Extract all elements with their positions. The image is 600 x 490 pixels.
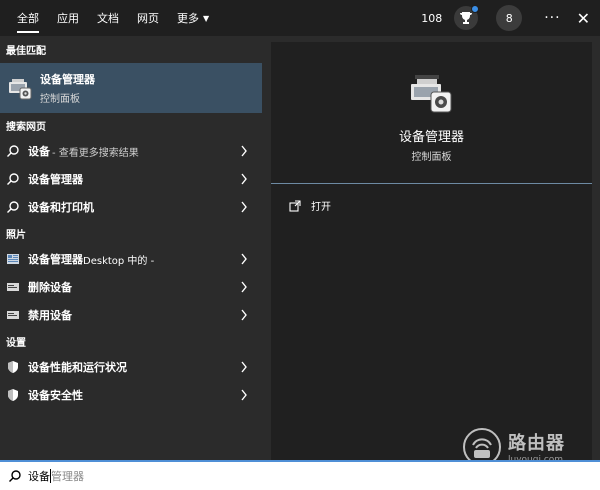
chevron-right-icon[interactable] bbox=[240, 388, 248, 402]
photo-result-item[interactable]: 禁用设备 bbox=[0, 301, 262, 329]
tab-documents[interactable]: 文档 bbox=[88, 0, 128, 36]
avatar-initial: 8 bbox=[505, 11, 513, 25]
image-file-icon bbox=[7, 283, 19, 291]
top-right-controls: 108 8 ··· ✕ bbox=[421, 5, 600, 31]
image-file-icon bbox=[7, 254, 19, 264]
tab-web[interactable]: 网页 bbox=[128, 0, 168, 36]
best-match-title: 设备管理器 bbox=[40, 73, 95, 86]
chevron-right-icon[interactable] bbox=[240, 200, 248, 214]
top-bar: 全部 应用 文档 网页 更多 ▼ 108 8 ··· ✕ bbox=[0, 0, 600, 36]
avatar[interactable]: 8 bbox=[496, 5, 523, 31]
search-autocomplete: 管理器 bbox=[51, 470, 84, 483]
photo-result-hint: Desktop 中的 - bbox=[83, 255, 155, 267]
tab-apps-label: 应用 bbox=[57, 12, 79, 25]
open-icon bbox=[289, 199, 301, 212]
web-result-hint: - 查看更多搜索结果 bbox=[52, 147, 139, 159]
photo-result-label: 设备管理器 bbox=[28, 253, 83, 266]
search-icon bbox=[7, 173, 19, 185]
web-result-item[interactable]: 设备 - 查看更多搜索结果 bbox=[0, 137, 262, 165]
tab-all[interactable]: 全部 bbox=[8, 0, 48, 36]
settings-result-item[interactable]: 设备安全性 bbox=[0, 381, 262, 409]
best-match-subtitle: 控制面板 bbox=[40, 94, 80, 105]
chevron-right-icon[interactable] bbox=[240, 360, 248, 374]
rewards-points: 108 bbox=[421, 11, 443, 25]
tab-more[interactable]: 更多 ▼ bbox=[168, 0, 218, 36]
detail-subtitle: 控制面板 bbox=[411, 152, 452, 163]
best-match-text: 设备管理器 控制面板 bbox=[40, 71, 95, 105]
tab-all-label: 全部 bbox=[17, 12, 39, 25]
settings-result-label: 设备性能和运行状况 bbox=[28, 361, 127, 374]
filter-tabs: 全部 应用 文档 网页 更多 ▼ bbox=[0, 0, 218, 36]
settings-result-label: 设备安全性 bbox=[28, 389, 83, 402]
tab-apps[interactable]: 应用 bbox=[48, 0, 88, 36]
device-manager-icon bbox=[411, 75, 452, 113]
chevron-right-icon[interactable] bbox=[240, 252, 248, 266]
chevron-right-icon[interactable] bbox=[240, 144, 248, 158]
photo-result-label: 禁用设备 bbox=[28, 309, 72, 322]
photo-result-label: 删除设备 bbox=[28, 281, 72, 294]
open-action-label: 打开 bbox=[311, 202, 331, 213]
shield-icon bbox=[8, 361, 18, 373]
rewards-button[interactable] bbox=[454, 5, 480, 30]
shield-icon bbox=[8, 389, 18, 401]
results-list: 最佳匹配 设备管理器 控制面板 搜索网页 设备 - 查看更多搜索结果 设备管理器… bbox=[0, 36, 262, 460]
tab-web-label: 网页 bbox=[137, 12, 159, 25]
web-result-label: 设备和打印机 bbox=[28, 201, 94, 214]
section-photos: 照片 bbox=[6, 229, 26, 241]
detail-title: 设备管理器 bbox=[398, 130, 464, 145]
open-action[interactable]: 打开 bbox=[289, 198, 331, 213]
more-icon[interactable]: ··· bbox=[544, 10, 560, 26]
photo-result-item[interactable]: 删除设备 bbox=[0, 273, 262, 301]
image-file-icon bbox=[7, 311, 19, 319]
photo-result-item[interactable]: 设备管理器 Desktop 中的 - bbox=[0, 245, 262, 273]
tab-more-label: 更多 bbox=[177, 12, 199, 25]
best-match-item[interactable]: 设备管理器 控制面板 bbox=[0, 63, 262, 113]
trophy-icon bbox=[460, 12, 473, 24]
search-icon bbox=[9, 470, 21, 482]
web-result-item[interactable]: 设备和打印机 bbox=[0, 193, 262, 221]
chevron-right-icon[interactable] bbox=[240, 172, 248, 186]
search-input-text[interactable]: 设备 bbox=[28, 468, 50, 484]
section-settings: 设置 bbox=[6, 337, 26, 349]
web-result-label: 设备管理器 bbox=[28, 173, 83, 186]
device-manager-icon bbox=[9, 79, 32, 100]
notification-dot bbox=[471, 5, 480, 13]
chevron-right-icon[interactable] bbox=[240, 280, 248, 294]
search-icon bbox=[7, 145, 19, 157]
search-bar[interactable]: 设备 管理器 bbox=[0, 460, 600, 490]
detail-panel: 设备管理器 控制面板 打开 bbox=[271, 42, 592, 460]
web-result-item[interactable]: 设备管理器 bbox=[0, 165, 262, 193]
chevron-right-icon[interactable] bbox=[240, 308, 248, 322]
divider bbox=[271, 183, 592, 184]
section-web: 搜索网页 bbox=[6, 121, 46, 133]
search-icon bbox=[7, 201, 19, 213]
close-icon[interactable]: ✕ bbox=[577, 9, 590, 28]
watermark-title: 路由器 bbox=[508, 433, 565, 454]
web-result-label: 设备 bbox=[28, 145, 50, 158]
section-best-match: 最佳匹配 bbox=[6, 46, 46, 57]
settings-result-item[interactable]: 设备性能和运行状况 bbox=[0, 353, 262, 381]
chevron-down-icon: ▼ bbox=[203, 13, 210, 23]
tab-documents-label: 文档 bbox=[97, 12, 119, 25]
